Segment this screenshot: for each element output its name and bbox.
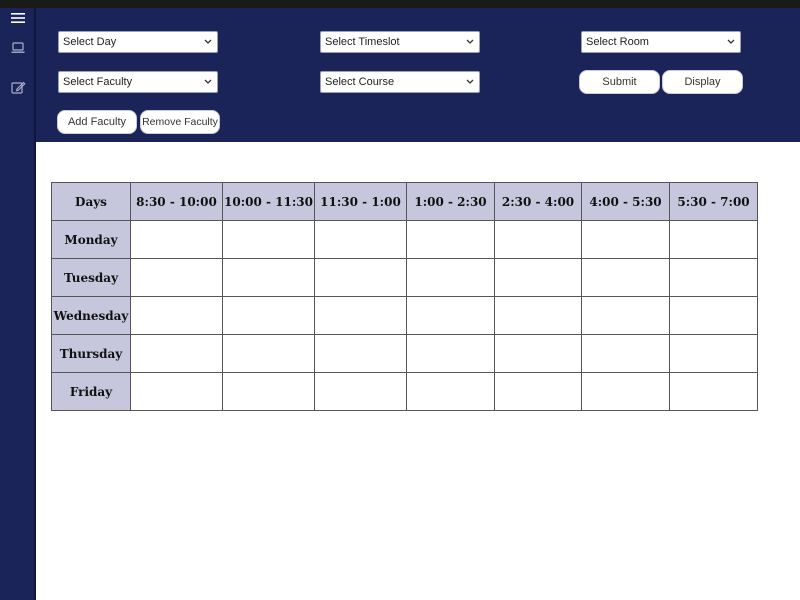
timeslot-header: 4:00 - 5:30 — [581, 182, 670, 221]
timetable-cell — [494, 334, 582, 373]
select-day-label: Select Day — [63, 36, 117, 48]
select-faculty-label: Select Faculty — [63, 76, 133, 88]
main-content: Days 8:30 - 10:00 10:00 - 11:30 11:30 - … — [36, 142, 800, 600]
add-faculty-button[interactable]: Add Faculty — [57, 110, 137, 134]
timetable-cell — [314, 220, 407, 259]
select-course-dropdown[interactable]: Select Course — [320, 71, 480, 93]
submit-button[interactable]: Submit — [579, 70, 660, 94]
timeslot-header: 5:30 - 7:00 — [669, 182, 758, 221]
timetable-cell — [314, 296, 407, 335]
timeslot-header: 1:00 - 2:30 — [406, 182, 495, 221]
table-row: Thursday — [51, 334, 758, 373]
timetable-cell — [669, 258, 758, 297]
display-button[interactable]: Display — [662, 70, 743, 94]
timetable-cell — [222, 372, 315, 411]
chevron-down-icon — [726, 32, 736, 52]
day-label: Tuesday — [51, 258, 131, 297]
chevron-down-icon — [203, 72, 213, 92]
timetable-cell — [314, 334, 407, 373]
timetable-cell — [130, 258, 223, 297]
select-day-dropdown[interactable]: Select Day — [58, 31, 218, 53]
laptop-icon[interactable] — [10, 40, 26, 56]
day-label: Monday — [51, 220, 131, 259]
select-room-dropdown[interactable]: Select Room — [581, 31, 741, 53]
timeslot-header: 11:30 - 1:00 — [314, 182, 407, 221]
timeslot-header: 2:30 - 4:00 — [494, 182, 582, 221]
table-row: Wednesday — [51, 296, 758, 335]
timetable-cell — [494, 220, 582, 259]
day-label: Friday — [51, 372, 131, 411]
timetable-cell — [130, 334, 223, 373]
timetable-cell — [406, 258, 495, 297]
menu-icon[interactable] — [10, 10, 26, 26]
timetable-cell — [314, 258, 407, 297]
timetable-cell — [494, 372, 582, 411]
table-row: Tuesday — [51, 258, 758, 297]
window-top-bar — [0, 0, 800, 8]
timetable: Days 8:30 - 10:00 10:00 - 11:30 11:30 - … — [51, 182, 758, 411]
day-label: Wednesday — [51, 296, 131, 335]
timetable-cell — [581, 258, 670, 297]
timetable-cell — [406, 334, 495, 373]
timetable-header-row: Days 8:30 - 10:00 10:00 - 11:30 11:30 - … — [51, 182, 758, 221]
filter-header: Select Day Select Timeslot Select Room S… — [36, 8, 800, 142]
timetable-cell — [669, 220, 758, 259]
select-room-label: Select Room — [586, 36, 649, 48]
timetable-cell — [314, 372, 407, 411]
sidebar — [0, 8, 36, 600]
timetable-cell — [494, 296, 582, 335]
timetable-cell — [581, 372, 670, 411]
chevron-down-icon — [465, 32, 475, 52]
table-row: Friday — [51, 372, 758, 411]
remove-faculty-button[interactable]: Remove Faculty — [140, 110, 220, 134]
timetable-cell — [222, 296, 315, 335]
timetable-cell — [222, 220, 315, 259]
chevron-down-icon — [203, 32, 213, 52]
timetable-cell — [406, 296, 495, 335]
select-faculty-dropdown[interactable]: Select Faculty — [58, 71, 218, 93]
timetable-cell — [222, 334, 315, 373]
timetable-cell — [669, 372, 758, 411]
timetable-cell — [130, 296, 223, 335]
timetable-cell — [581, 334, 670, 373]
timetable-cell — [669, 296, 758, 335]
timetable-cell — [406, 220, 495, 259]
select-course-label: Select Course — [325, 76, 395, 88]
timeslot-header: 8:30 - 10:00 — [130, 182, 223, 221]
select-timeslot-dropdown[interactable]: Select Timeslot — [320, 31, 480, 53]
timetable-cell — [669, 334, 758, 373]
timetable-cell — [130, 220, 223, 259]
day-label: Thursday — [51, 334, 131, 373]
timetable-cell — [130, 372, 223, 411]
timetable-cell — [222, 258, 315, 297]
timeslot-header: 10:00 - 11:30 — [222, 182, 315, 221]
timetable-cell — [494, 258, 582, 297]
edit-icon[interactable] — [10, 80, 26, 96]
timetable-cell — [581, 220, 670, 259]
table-row: Monday — [51, 220, 758, 259]
select-timeslot-label: Select Timeslot — [325, 36, 400, 48]
timetable-cell — [581, 296, 670, 335]
chevron-down-icon — [465, 72, 475, 92]
timetable-cell — [406, 372, 495, 411]
days-column-header: Days — [51, 182, 131, 221]
